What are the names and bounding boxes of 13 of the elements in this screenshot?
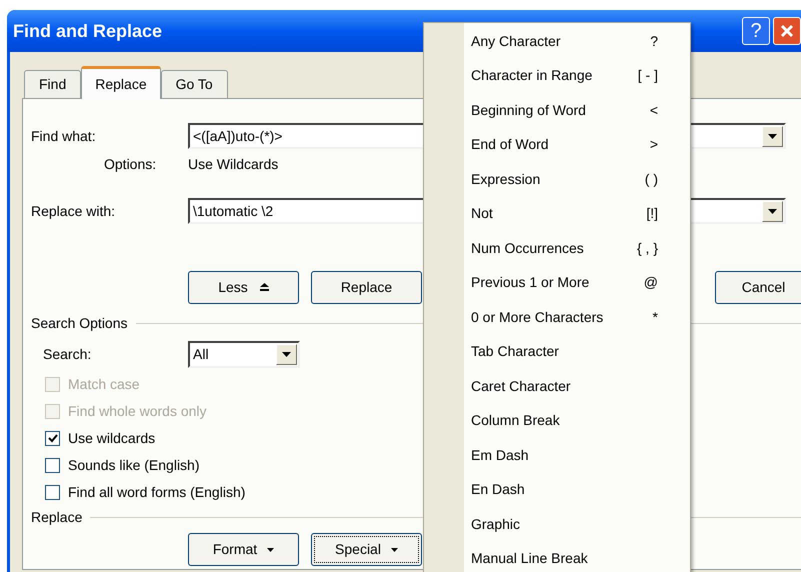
field-label: Find what: — [31, 126, 97, 146]
checkbox-label: Use wildcards — [68, 429, 156, 448]
checkbox-label: Find whole words only — [68, 402, 207, 421]
checkbox-label: Sounds like (English) — [68, 456, 200, 475]
section-label: Replace — [31, 508, 82, 527]
checkbox-label: Match case — [68, 375, 140, 394]
options-label: Options: — [103, 154, 158, 174]
search-label: Search: — [42, 345, 92, 364]
options-value: Use Wildcards — [188, 154, 278, 174]
checkbox-label: Find all word forms (English) — [68, 483, 246, 502]
window-title: Find and Replace — [13, 20, 162, 43]
field-label: Replace with: — [31, 202, 116, 221]
section-label: Search Options — [31, 314, 128, 333]
